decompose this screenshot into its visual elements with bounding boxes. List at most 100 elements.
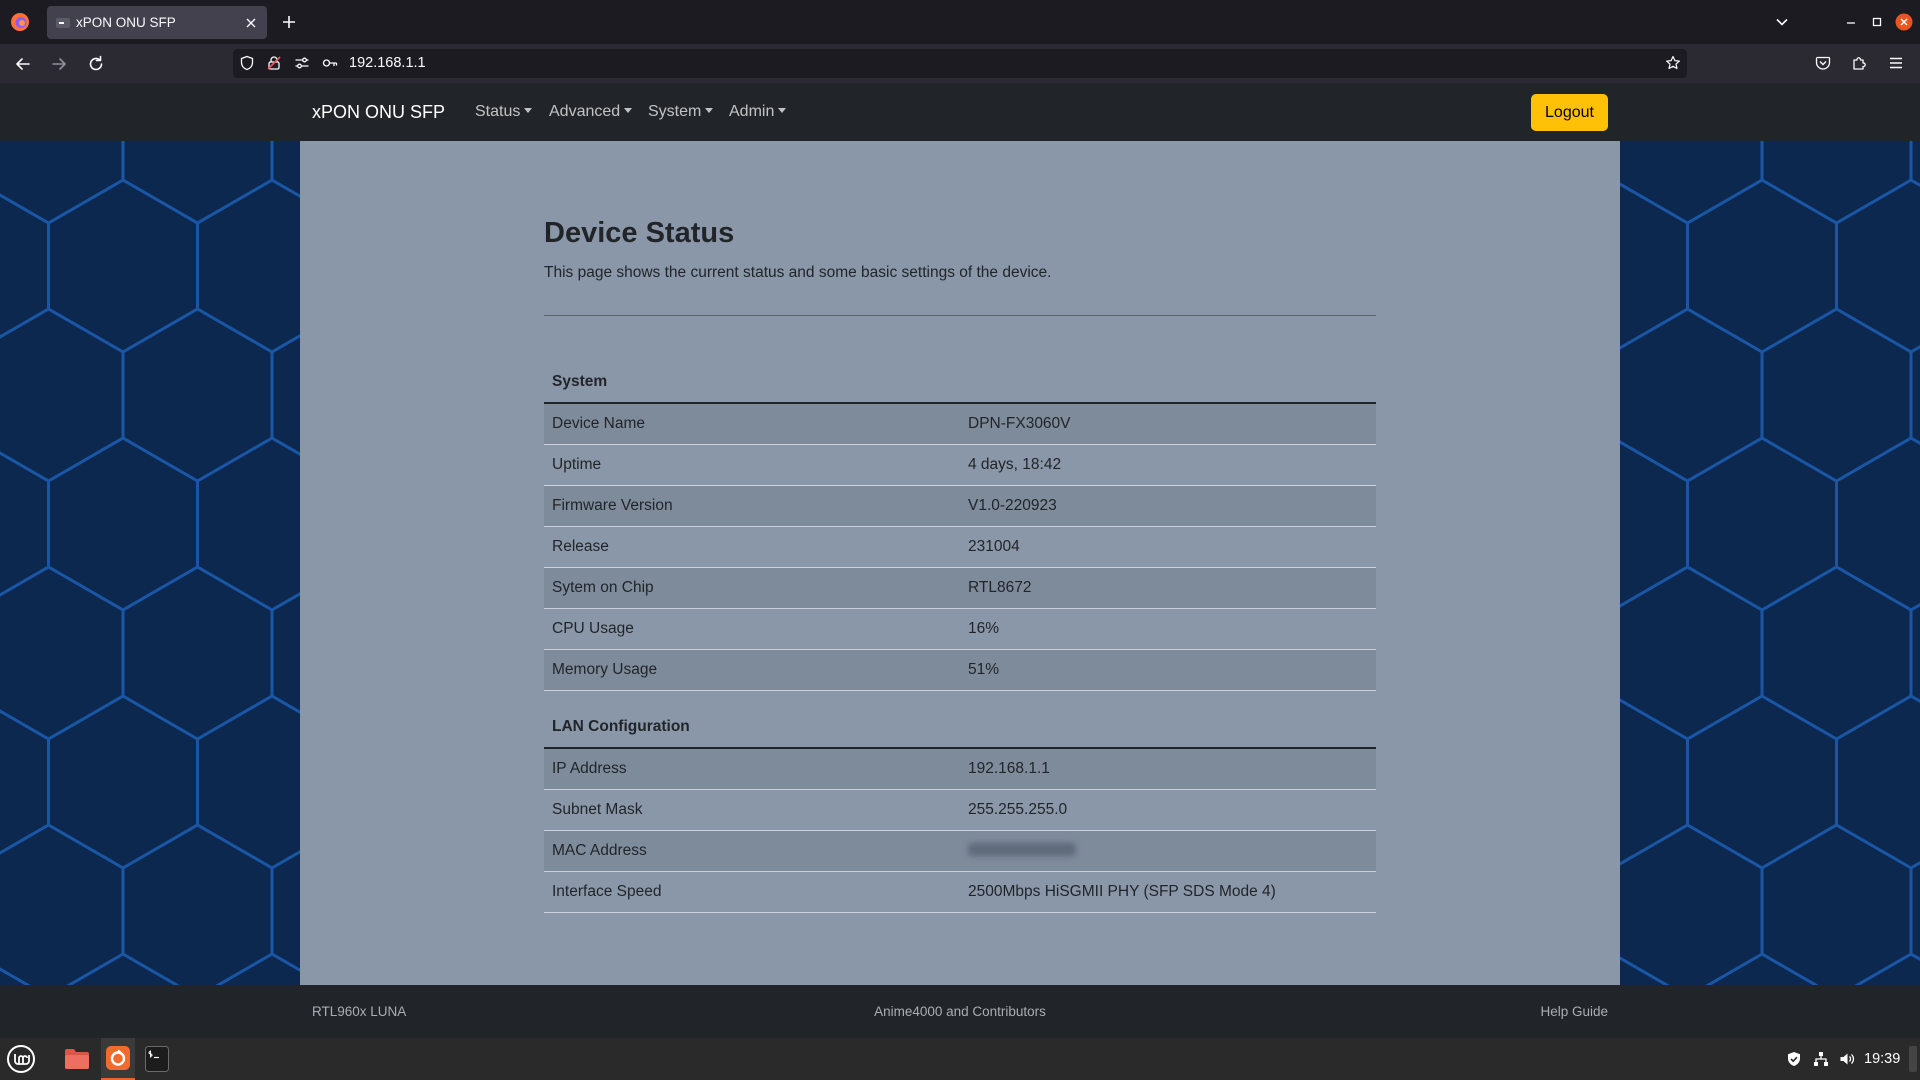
show-desktop-button[interactable] [1909, 1046, 1917, 1072]
content-panel: Device Status This page shows the curren… [300, 141, 1620, 985]
tracking-protection-shield-icon[interactable] [239, 55, 255, 71]
network-tray-icon[interactable] [1813, 1051, 1829, 1067]
tab-favicon-icon [56, 17, 70, 29]
terminal-icon[interactable] [145, 1046, 169, 1072]
lan-config-table: LAN Configuration IP Address 192.168.1.1 … [544, 707, 1376, 913]
permissions-icon[interactable] [294, 55, 310, 71]
interface-speed-value: 2500Mbps HiSGMII PHY (SFP SDS Mode 4) [960, 871, 1376, 913]
page-footer: RTL960x LUNA Anime4000 and Contributors … [0, 985, 1920, 1038]
window-close-icon[interactable] [1895, 13, 1913, 31]
window-maximize-icon[interactable] [1870, 15, 1884, 29]
saved-logins-key-icon[interactable] [322, 55, 338, 71]
footer-help-guide-link[interactable]: Help Guide [1540, 985, 1608, 1038]
firmware-version-label: Firmware Version [544, 485, 960, 527]
brand-link[interactable]: xPON ONU SFP [312, 83, 445, 141]
mint-menu-icon[interactable] [6, 1044, 36, 1074]
nav-menu-status[interactable]: Status [475, 83, 533, 141]
system-on-chip-value: RTL8672 [960, 567, 1376, 609]
list-all-tabs-chevron-icon[interactable] [1774, 14, 1790, 30]
back-arrow-icon[interactable] [13, 54, 33, 74]
page-title: Device Status [544, 217, 735, 249]
mac-address-value-blurred [968, 843, 1076, 856]
extensions-puzzle-icon[interactable] [1852, 55, 1868, 71]
footer-platform-text: RTL960x LUNA [312, 1004, 407, 1019]
uptime-label: Uptime [544, 444, 960, 486]
caret-down-icon [705, 108, 714, 113]
main-area: Device Status This page shows the curren… [0, 141, 1920, 985]
firefox-taskbar-icon[interactable] [106, 1046, 130, 1070]
ip-address-label: IP Address [544, 748, 960, 790]
mac-address-label: MAC Address [544, 830, 960, 872]
table-row: Sytem on Chip RTL8672 [544, 567, 1376, 609]
url-text[interactable]: 192.168.1.1 [349, 49, 426, 78]
pocket-icon[interactable] [1815, 55, 1831, 71]
tab-close-icon[interactable] [244, 16, 258, 30]
table-row: MAC Address [544, 830, 1376, 872]
release-label: Release [544, 526, 960, 568]
table-header-row: LAN Configuration [544, 707, 1376, 749]
bookmark-star-icon[interactable] [1665, 55, 1681, 71]
ip-address-value: 192.168.1.1 [960, 748, 1376, 790]
nav-menu-advanced[interactable]: Advanced [549, 83, 633, 141]
device-name-value: DPN-FX3060V [960, 403, 1376, 445]
taskbar-clock[interactable]: 19:39 [1864, 1038, 1900, 1080]
top-navbar: xPON ONU SFP Status Advanced System Admi… [0, 83, 1920, 141]
security-shield-tray-icon[interactable] [1786, 1051, 1802, 1067]
subnet-mask-value: 255.255.255.0 [960, 789, 1376, 831]
section-heading-lan-configuration: LAN Configuration [544, 707, 1376, 749]
table-row: Uptime 4 days, 18:42 [544, 444, 1376, 486]
firefox-app-icon[interactable] [10, 12, 30, 32]
table-row: CPU Usage 16% [544, 608, 1376, 650]
header-divider [544, 315, 1376, 316]
interface-speed-label: Interface Speed [544, 871, 960, 913]
memory-usage-label: Memory Usage [544, 649, 960, 691]
logout-button[interactable]: Logout [1531, 94, 1608, 131]
table-row: Device Name DPN-FX3060V [544, 403, 1376, 445]
caret-down-icon [524, 108, 533, 113]
nav-menu-label: Advanced [549, 103, 621, 120]
table-row: Release 231004 [544, 526, 1376, 568]
browser-tab-active[interactable]: xPON ONU SFP [47, 6, 267, 39]
nav-menu-label: System [648, 103, 702, 120]
memory-usage-value: 51% [960, 649, 1376, 691]
forward-arrow-icon[interactable] [49, 54, 69, 74]
insecure-lock-icon[interactable] [266, 55, 282, 71]
subnet-mask-label: Subnet Mask [544, 789, 960, 831]
caret-down-icon [624, 108, 633, 113]
nav-menu-system[interactable]: System [648, 83, 714, 141]
device-name-label: Device Name [544, 403, 960, 445]
footer-credits-link[interactable]: Anime4000 and Contributors [760, 985, 1160, 1038]
firmware-version-value: V1.0-220923 [960, 485, 1376, 527]
files-folder-icon[interactable] [64, 1047, 90, 1071]
nav-menu-label: Admin [729, 103, 775, 120]
cpu-usage-value: 16% [960, 608, 1376, 650]
table-row: Interface Speed 2500Mbps HiSGMII PHY (SFP… [544, 871, 1376, 913]
new-tab-plus-icon[interactable] [281, 14, 297, 30]
table-header-row: System [544, 362, 1376, 404]
system-on-chip-label: Sytem on Chip [544, 567, 960, 609]
caret-down-icon [778, 108, 787, 113]
table-row: Subnet Mask 255.255.255.0 [544, 789, 1376, 831]
hamburger-menu-icon[interactable] [1888, 55, 1904, 71]
browser-tab-strip: xPON ONU SFP [0, 0, 1920, 44]
section-heading-system: System [544, 362, 1376, 404]
release-value: 231004 [960, 526, 1376, 568]
nav-menu-admin[interactable]: Admin [729, 83, 787, 141]
system-info-table: System Device Name DPN-FX3060V Uptime 4 da… [544, 362, 1376, 691]
browser-toolbar: 192.168.1.1 [0, 44, 1920, 83]
url-bar[interactable]: 192.168.1.1 [233, 49, 1687, 78]
table-row: IP Address 192.168.1.1 [544, 748, 1376, 790]
volume-tray-icon[interactable] [1839, 1051, 1855, 1067]
mac-address-value-cell [960, 830, 1376, 872]
table-row: Memory Usage 51% [544, 649, 1376, 691]
cpu-usage-label: CPU Usage [544, 608, 960, 650]
device-status-content: Device Status This page shows the curren… [544, 141, 1376, 929]
tab-title: xPON ONU SFP [76, 15, 176, 30]
page-description: This page shows the current status and s… [544, 264, 1052, 281]
os-taskbar: 19:39 [0, 1038, 1920, 1080]
nav-menu-label: Status [475, 103, 521, 120]
uptime-value: 4 days, 18:42 [960, 444, 1376, 486]
window-minimize-icon[interactable] [1844, 15, 1858, 29]
table-row: Firmware Version V1.0-220923 [544, 485, 1376, 527]
reload-icon[interactable] [86, 54, 106, 74]
